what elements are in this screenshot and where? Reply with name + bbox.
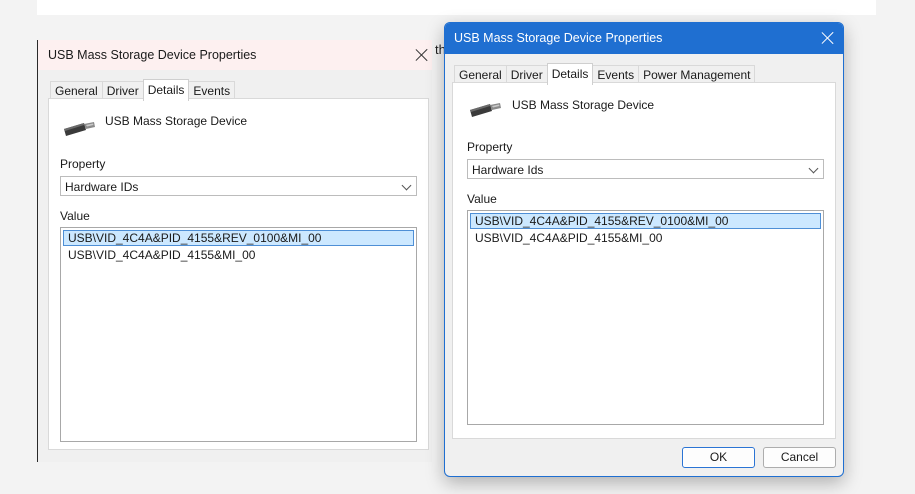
property-dropdown-value: Hardware IDs — [65, 180, 139, 194]
cancel-button[interactable]: Cancel — [763, 447, 836, 468]
value-label: Value — [467, 192, 497, 206]
details-panel: USB Mass Storage Device Property Hardwar… — [452, 82, 836, 439]
property-dropdown[interactable]: Hardware Ids — [467, 159, 824, 179]
usb-drive-icon — [470, 103, 501, 117]
value-list-item[interactable]: USB\VID_4C4A&PID_4155&REV_0100&MI_00 — [63, 230, 414, 246]
device-name: USB Mass Storage Device — [512, 98, 655, 112]
value-list-item[interactable]: USB\VID_4C4A&PID_4155&REV_0100&MI_00 — [470, 213, 821, 229]
close-icon[interactable] — [415, 48, 429, 62]
chevron-down-icon — [401, 180, 412, 191]
property-label: Property — [60, 157, 106, 171]
chevron-down-icon — [808, 163, 819, 174]
details-panel: USB Mass Storage Device Property Hardwar… — [48, 98, 429, 450]
properties-dialog-active: USB Mass Storage Device Properties Gener… — [444, 22, 844, 477]
dialog-title: USB Mass Storage Device Properties — [48, 48, 257, 62]
close-icon[interactable] — [821, 31, 835, 45]
value-listbox[interactable]: USB\VID_4C4A&PID_4155&REV_0100&MI_00 USB… — [60, 227, 417, 442]
tab-details[interactable]: Details — [546, 63, 594, 85]
value-label: Value — [60, 209, 90, 223]
dialog-title: USB Mass Storage Device Properties — [454, 31, 663, 45]
property-dropdown-value: Hardware Ids — [472, 163, 544, 177]
usb-drive-icon — [64, 122, 95, 136]
background-page-strip — [37, 0, 876, 15]
property-label: Property — [467, 140, 513, 154]
value-list-item[interactable]: USB\VID_4C4A&PID_4155&MI_00 — [470, 230, 821, 246]
device-name: USB Mass Storage Device — [105, 114, 248, 128]
properties-dialog-inactive: USB Mass Storage Device Properties Gener… — [37, 40, 432, 462]
value-list-item[interactable]: USB\VID_4C4A&PID_4155&MI_00 — [63, 247, 414, 263]
ok-button[interactable]: OK — [682, 447, 755, 468]
tab-details[interactable]: Details — [142, 79, 190, 101]
value-listbox[interactable]: USB\VID_4C4A&PID_4155&REV_0100&MI_00 USB… — [467, 210, 824, 425]
property-dropdown[interactable]: Hardware IDs — [60, 176, 417, 196]
